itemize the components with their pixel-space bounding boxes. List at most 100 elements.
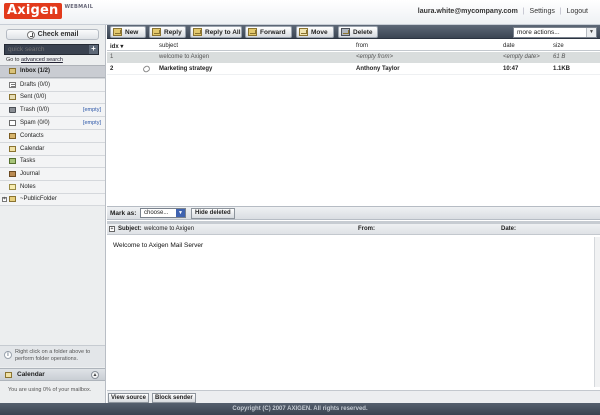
logo-subtitle: WEBMAIL	[64, 4, 94, 10]
folder-label: Trash (0/0)	[20, 107, 50, 114]
message-date: <empty date>	[503, 54, 540, 60]
logo-text: Axigen	[4, 3, 63, 19]
column-from[interactable]: from	[356, 43, 368, 49]
more-actions-value: more actions...	[517, 29, 560, 36]
column-subject[interactable]: subject	[159, 43, 178, 49]
message-size: 1.1KB	[553, 66, 571, 72]
move-label: Move	[311, 28, 328, 36]
more-actions-select[interactable]: more actions... ▼	[513, 27, 597, 38]
check-email-button[interactable]: Check email	[6, 29, 99, 40]
mark-as-value: choose...	[144, 210, 169, 216]
tasks-icon	[9, 158, 16, 165]
folder-hint: i Right click on a folder above to perfo…	[0, 345, 105, 367]
column-idx[interactable]: idx ▾	[110, 43, 123, 50]
delete-label: Delete	[353, 28, 373, 36]
move-button[interactable]: Move	[296, 26, 334, 38]
folder-list: Inbox (1/2) Drafts (0/0) Sent (0/0) Tras…	[0, 65, 105, 206]
folder-label: Calendar	[20, 145, 45, 152]
calendar-panel-header[interactable]: Calendar ▲	[0, 368, 105, 381]
preview-footer: View source Block sender	[107, 390, 600, 403]
view-source-button[interactable]: View source	[108, 393, 149, 403]
folder-drafts[interactable]: Drafts (0/0)	[0, 77, 105, 91]
calendar-icon	[9, 145, 16, 152]
advanced-search-text: Go to advanced search	[6, 57, 63, 63]
folder-public[interactable]: + ~PublicFolder	[0, 192, 105, 206]
separator: |	[559, 8, 562, 15]
collapse-icon[interactable]: ▲	[91, 371, 99, 379]
separator: |	[522, 8, 525, 15]
folder-sent[interactable]: Sent (0/0)	[0, 90, 105, 104]
folder-contacts[interactable]: Contacts	[0, 128, 105, 142]
spam-icon	[9, 120, 16, 127]
message-toolbar: New Reply Reply to All Forward Move Dele…	[107, 25, 600, 39]
hide-deleted-button[interactable]: Hide deleted	[191, 208, 235, 219]
forward-label: Forward	[260, 28, 286, 36]
message-list-header: idx ▾ subject from date size	[107, 41, 600, 51]
column-size[interactable]: size	[553, 43, 564, 49]
check-email-label: Check email	[37, 31, 79, 38]
folder-notes[interactable]: Notes	[0, 180, 105, 193]
delete-button[interactable]: Delete	[338, 26, 378, 38]
reply-all-button[interactable]: Reply to All	[190, 26, 242, 38]
reply-button[interactable]: Reply	[149, 26, 186, 38]
subject-label: Subject:	[118, 226, 142, 232]
settings-link[interactable]: Settings	[530, 8, 555, 15]
message-date: 10:47	[503, 66, 519, 72]
folder-label: Contacts	[20, 132, 44, 139]
folder-spam[interactable]: Spam (0/0) [empty]	[0, 116, 105, 129]
new-button[interactable]: New	[110, 26, 146, 38]
calendar-icon	[5, 371, 12, 378]
logout-link[interactable]: Logout	[567, 8, 588, 15]
forward-button[interactable]: Forward	[245, 26, 292, 38]
app-header: Axigen WEBMAIL laura.white@mycompany.com…	[0, 0, 600, 25]
sent-icon	[9, 94, 16, 101]
folder-label: Notes	[20, 184, 36, 191]
hint-text: Right click on a folder above to perform…	[15, 349, 91, 362]
mark-as-select[interactable]: choose... ▼	[140, 208, 186, 218]
folder-label: Inbox (1/2)	[20, 68, 51, 75]
trash-icon	[341, 28, 350, 36]
folder-calendar[interactable]: Calendar	[0, 141, 105, 155]
folder-tasks[interactable]: Tasks	[0, 154, 105, 168]
message-idx: 1	[110, 54, 114, 60]
message-size: 61 B	[553, 54, 566, 60]
advanced-search-prefix: Go to	[6, 57, 21, 63]
info-icon: i	[4, 351, 12, 359]
trash-icon	[9, 107, 16, 114]
expand-icon[interactable]: +	[109, 226, 115, 232]
chevron-down-icon: ▼	[176, 209, 185, 217]
column-date[interactable]: date	[503, 43, 515, 49]
folder-label: ~PublicFolder	[20, 196, 57, 203]
folder-journal[interactable]: Journal	[0, 167, 105, 181]
quick-search-input[interactable]	[5, 46, 89, 53]
quick-search-go-button[interactable]: +	[89, 45, 98, 54]
preview-body: Welcome to Axigen Mail Server	[113, 242, 204, 249]
message-subject: welcome to Axigen	[159, 54, 210, 60]
folder-trash[interactable]: Trash (0/0) [empty]	[0, 103, 105, 117]
axigen-logo[interactable]: Axigen WEBMAIL	[4, 3, 93, 21]
advanced-search-link[interactable]: advanced search	[21, 57, 63, 63]
reply-all-label: Reply to All	[205, 28, 241, 36]
chevron-down-icon: ▼	[586, 28, 596, 37]
block-sender-button[interactable]: Block sender	[152, 393, 196, 403]
contacts-icon	[9, 132, 16, 139]
public-folder-icon	[9, 196, 16, 203]
move-folder-icon	[299, 28, 308, 36]
message-row[interactable]: 1 welcome to Axigen <empty from> <empty …	[107, 52, 600, 63]
empty-spam-link[interactable]: [empty]	[83, 120, 101, 126]
calendar-panel-label: Calendar	[17, 371, 45, 378]
empty-trash-link[interactable]: [empty]	[83, 107, 101, 113]
folder-label: Journal	[20, 171, 40, 178]
reply-label: Reply	[164, 28, 182, 36]
mark-as-label: Mark as:	[110, 210, 137, 217]
message-row[interactable]: 2 Marketing strategy Anthony Taylor 10:4…	[107, 64, 600, 75]
expand-icon[interactable]: +	[2, 196, 7, 202]
folder-label: Sent (0/0)	[20, 94, 47, 101]
folder-inbox[interactable]: Inbox (1/2)	[0, 65, 105, 78]
forward-icon	[248, 28, 257, 36]
mailbox-usage: You are using 0% of your mailbox.	[0, 382, 105, 402]
folder-label: Drafts (0/0)	[20, 81, 51, 88]
user-email: laura.white@mycompany.com	[417, 8, 518, 15]
inbox-icon	[9, 68, 16, 75]
preview-scrollbar[interactable]	[594, 237, 600, 387]
